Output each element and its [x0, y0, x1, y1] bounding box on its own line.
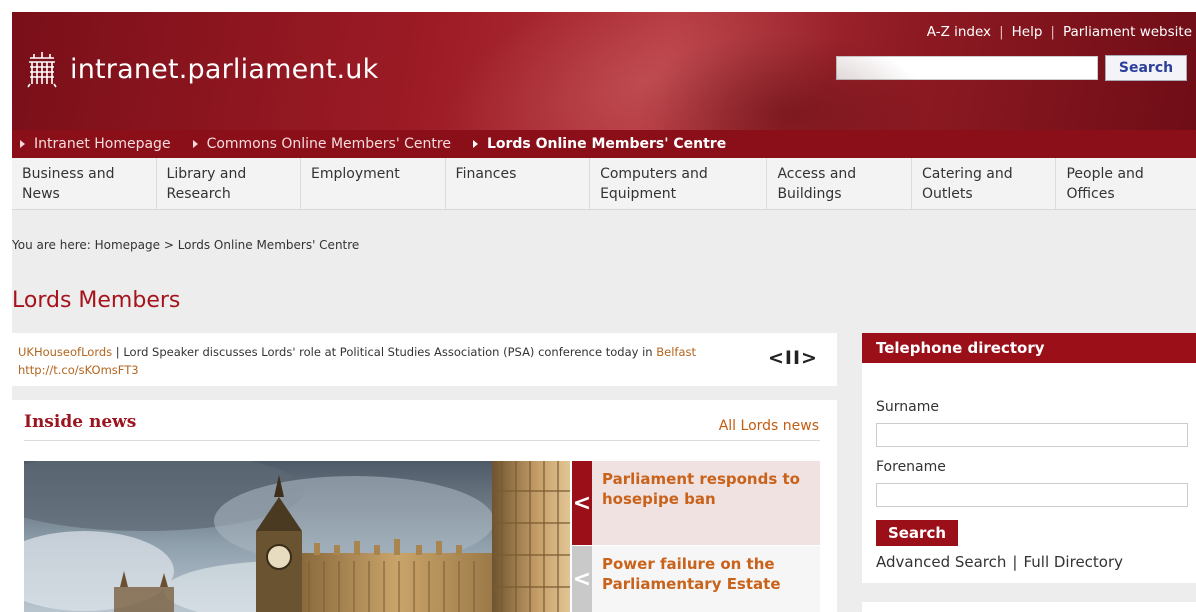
section-nav-lords-members[interactable]: Lords Online Members' Centre — [472, 136, 727, 152]
tweet-url-link[interactable]: http://t.co/sKOmsFT3 — [18, 363, 139, 377]
nav-label-line: Library and — [166, 166, 247, 182]
twitter-ticker: UKHouseofLords | Lord Speaker discusses … — [12, 333, 837, 386]
site-search-input[interactable] — [836, 56, 1098, 80]
site-title[interactable]: intranet.parliament.uk — [70, 54, 378, 85]
nav-label-line: Finances — [455, 166, 517, 182]
section-nav-label: Lords Online Members' Centre — [486, 136, 727, 152]
main-nav-people-offices[interactable]: People and Offices — [1056, 158, 1196, 209]
full-directory-link[interactable]: Full Directory — [1023, 553, 1123, 571]
surname-label: Surname — [876, 399, 939, 415]
nav-label-line: Catering and — [921, 166, 1013, 182]
main-nav-finances[interactable]: Finances — [446, 158, 591, 209]
main-nav-library-research[interactable]: Library and Research — [157, 158, 302, 209]
palace-of-westminster-image — [24, 461, 570, 612]
chevron-left-icon[interactable]: < — [572, 546, 592, 612]
main-nav-employment[interactable]: Employment — [301, 158, 446, 209]
divider — [24, 440, 820, 441]
surname-input[interactable] — [876, 423, 1188, 447]
news-story-item[interactable]: < Power failure on the Parliamentary Est… — [572, 546, 820, 612]
telephone-directory-panel: Telephone directory Surname Forename Sea… — [862, 333, 1196, 583]
main-nav: Business and News Library and Research E… — [12, 158, 1196, 210]
portcullis-icon[interactable] — [26, 50, 58, 88]
divider: | — [999, 24, 1004, 40]
section-nav-commons-members[interactable]: Commons Online Members' Centre — [192, 136, 451, 152]
tweet-place-link[interactable]: Belfast — [656, 345, 696, 359]
all-lords-news-link[interactable]: All Lords news — [719, 418, 819, 434]
section-nav-label: Intranet Homepage — [34, 136, 171, 152]
panel-below — [862, 602, 1196, 612]
news-story-item[interactable]: < Parliament responds to hosepipe ban — [572, 461, 820, 545]
main-nav-catering-outlets[interactable]: Catering and Outlets — [912, 158, 1057, 209]
parliament-website-link[interactable]: Parliament website — [1063, 24, 1192, 40]
directory-links: Advanced Search | Full Directory — [876, 553, 1123, 571]
nav-label-line: Outlets — [921, 186, 973, 202]
section-nav-label: Commons Online Members' Centre — [206, 136, 451, 152]
section-nav-intranet-homepage[interactable]: Intranet Homepage — [20, 136, 171, 152]
nav-label-line: Employment — [311, 166, 400, 182]
tweet-handle-link[interactable]: UKHouseofLords — [18, 345, 112, 359]
inside-news-panel: Inside news All Lords news < Parliament … — [12, 400, 837, 612]
inside-news-heading: Inside news — [24, 412, 137, 432]
forename-label: Forename — [876, 459, 946, 475]
triangle-right-icon — [20, 140, 25, 148]
main-nav-computers-equipment[interactable]: Computers and Equipment — [590, 158, 768, 209]
triangle-right-icon — [192, 140, 198, 148]
page-title: Lords Members — [12, 288, 181, 313]
help-link[interactable]: Help — [1012, 24, 1043, 40]
forename-input[interactable] — [876, 483, 1188, 507]
nav-label-line: News — [22, 186, 60, 202]
tweet-text: UKHouseofLords | Lord Speaker discusses … — [18, 343, 758, 379]
news-feature-image[interactable] — [24, 461, 570, 612]
page: intranet.parliament.uk A-Z index | Help | Pa… — [12, 12, 1196, 612]
divider: | — [1050, 24, 1055, 40]
telephone-directory-heading: Telephone directory — [862, 333, 1196, 363]
nav-label-line: Buildings — [777, 186, 842, 202]
nav-label-line: People and — [1066, 166, 1144, 182]
triangle-right-icon — [472, 140, 478, 148]
news-story-title[interactable]: Power failure on the Parliamentary Estat… — [602, 554, 802, 594]
nav-label-line: Computers and — [600, 166, 708, 182]
ticker-controls[interactable]: <II> — [768, 347, 818, 369]
nav-label-line: Equipment — [600, 186, 677, 202]
top-links: A-Z index | Help | Parliament website — [927, 24, 1192, 40]
az-index-link[interactable]: A-Z index — [927, 24, 991, 40]
nav-label-line: Access and — [777, 166, 857, 182]
directory-search-button[interactable]: Search — [876, 520, 958, 546]
divider: | — [1012, 553, 1018, 571]
tweet-body: | Lord Speaker discusses Lords' role at … — [112, 345, 657, 359]
advanced-search-link[interactable]: Advanced Search — [876, 553, 1006, 571]
chevron-left-icon[interactable]: < — [572, 461, 592, 545]
main-nav-business-news[interactable]: Business and News — [12, 158, 157, 209]
nav-label-line: Research — [166, 186, 231, 202]
site-header: intranet.parliament.uk A-Z index | Help | Pa… — [12, 12, 1196, 130]
section-nav: Intranet Homepage Commons Online Members… — [12, 130, 1196, 158]
breadcrumb: You are here: Homepage > Lords Online Me… — [12, 238, 360, 252]
nav-label-line: Business and — [22, 166, 115, 182]
main-nav-access-buildings[interactable]: Access and Buildings — [767, 158, 912, 209]
nav-label-line: Offices — [1066, 186, 1115, 202]
news-story-title[interactable]: Parliament responds to hosepipe ban — [602, 469, 802, 509]
site-search-button[interactable]: Search — [1105, 55, 1187, 81]
